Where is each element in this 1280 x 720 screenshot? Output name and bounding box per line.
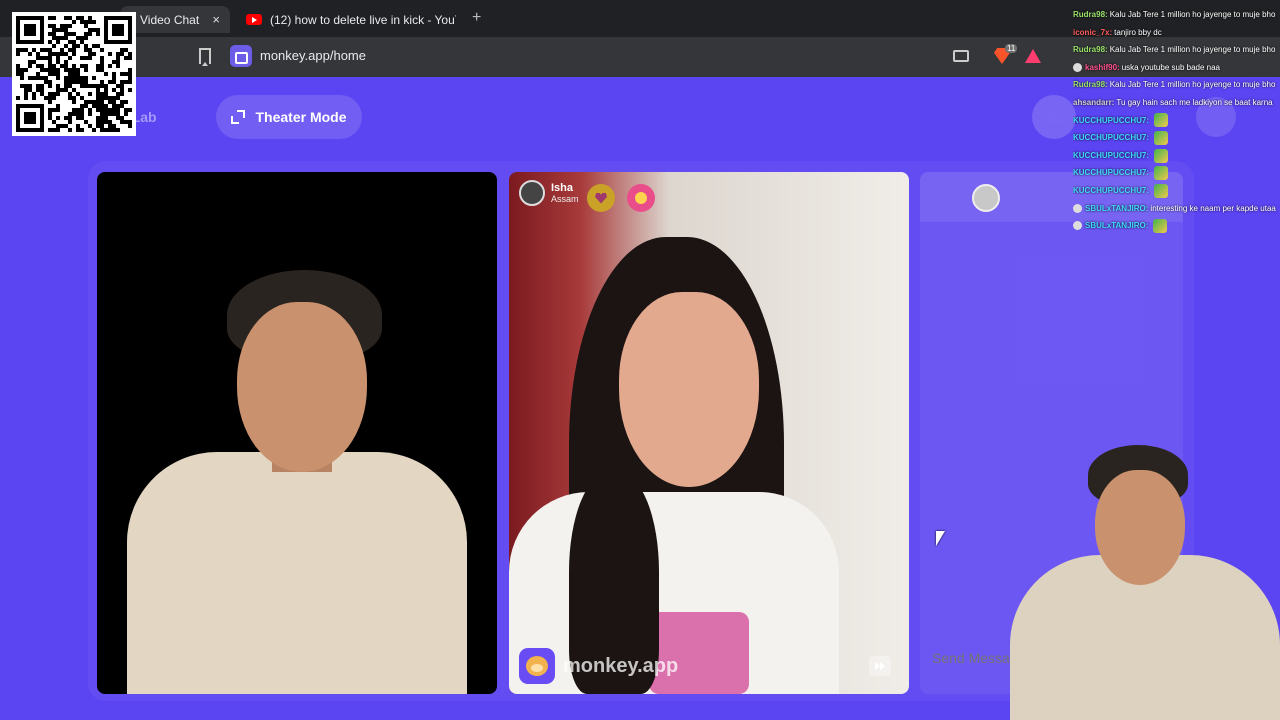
stream-chat-line: Rudra98: Kalu Jab Tere 1 million ho jayen…: [1073, 6, 1280, 24]
stream-chat-line: SBULxTANJIRO: interesting ke naam per kap…: [1073, 200, 1280, 218]
user-badge-icon: [1073, 63, 1082, 73]
stream-chat-line: KUCCHUPUCCHU7:: [1073, 182, 1280, 200]
stream-chat-line: ahsandarr: Tu gay hain sach me ladkiyon s…: [1073, 94, 1280, 112]
stream-chat-line: iconic_7x: tanjiro bby dc: [1073, 24, 1280, 42]
emote-icon: [1154, 183, 1168, 198]
local-user-figure: [97, 172, 497, 694]
bookmark-icon[interactable]: [199, 48, 211, 66]
chat-message: Kalu Jab Tere 1 million ho jayenge to mu…: [1109, 80, 1276, 90]
stream-chat-line: KUCCHUPUCCHU7:: [1073, 147, 1280, 165]
stream-chat-line: KUCCHUPUCCHU7:: [1073, 129, 1280, 147]
close-icon[interactable]: ×: [212, 12, 220, 27]
stream-chat-line: kashif90: uska youtube sub bade naa: [1073, 59, 1280, 77]
stream-chat-overlay: Rudra98: Kalu Jab Tere 1 million ho jayen…: [1073, 6, 1280, 235]
remote-user-name: Isha: [551, 181, 574, 194]
stream-chat-line: Rudra98: Kalu Jab Tere 1 million ho jayen…: [1073, 41, 1280, 59]
user-badge-icon: [1073, 221, 1082, 231]
heart-badge[interactable]: [587, 184, 615, 212]
remote-user-location: Assam: [551, 193, 579, 204]
tab-title: n Video Chat: [130, 12, 200, 27]
emote-icon: [1154, 148, 1168, 163]
chat-message: Tu gay hain sach me ladkiyon se baat kar…: [1116, 97, 1273, 107]
chat-username: SBULxTANJIRO:: [1085, 221, 1149, 231]
watermark-text: monkey.app: [563, 654, 679, 677]
chat-message: interesting ke naam per kapde utaa: [1150, 203, 1276, 213]
chat-username: KUCCHUPUCCHU7:: [1073, 168, 1149, 178]
crown-button[interactable]: [1032, 95, 1076, 139]
chat-username: ahsandarr:: [1073, 97, 1115, 107]
streamer-figure: [1010, 440, 1280, 720]
emote-icon: [1154, 166, 1168, 181]
mouse-cursor-icon: [936, 531, 945, 546]
qr-code-graphic: [16, 16, 132, 132]
remote-user-figure: [509, 172, 909, 694]
chat-message: uska youtube sub bade naa: [1121, 62, 1220, 72]
chat-username: kashif90:: [1085, 62, 1120, 72]
theater-mode-label: Theater Mode: [255, 109, 347, 125]
chat-username: SBULxTANJIRO:: [1085, 203, 1149, 213]
remote-video: Isha Assam monkey.app: [509, 172, 909, 694]
tab-youtube[interactable]: (12) how to delete live in kick - YouTu: [236, 6, 466, 33]
youtube-icon: [246, 14, 262, 25]
chat-username: Rudra98:: [1073, 45, 1108, 55]
remote-user-chip[interactable]: Isha Assam: [519, 180, 579, 206]
video-chat-icon[interactable]: [230, 45, 252, 67]
emote-icon: [1153, 218, 1168, 233]
user-badge-icon: [1073, 203, 1082, 213]
chat-username: Rudra98:: [1073, 10, 1108, 19]
triangle-icon[interactable]: [1025, 49, 1041, 63]
chat-username: KUCCHUPUCCHU7:: [1073, 185, 1149, 195]
local-video: [97, 172, 497, 694]
avatar: [519, 180, 545, 206]
heart-icon: [595, 192, 607, 204]
emote-icon: [1154, 130, 1168, 145]
qr-code: [12, 12, 136, 136]
chat-message: tanjiro bby dc: [1114, 27, 1162, 37]
theater-mode-button[interactable]: Theater Mode: [216, 95, 362, 139]
emote-icon: [1154, 113, 1168, 128]
monkey-watermark: monkey.app: [519, 648, 678, 684]
chat-username: KUCCHUPUCCHU7:: [1073, 133, 1149, 143]
tab-title: (12) how to delete live in kick - YouTu: [270, 12, 456, 27]
stream-chat-line: SBULxTANJIRO:: [1073, 217, 1280, 235]
pet-badge[interactable]: [627, 184, 655, 212]
pet-icon: [635, 192, 647, 204]
stream-chat-line: KUCCHUPUCCHU7:: [1073, 112, 1280, 130]
cast-icon[interactable]: [953, 50, 969, 62]
chat-message: Kalu Jab Tere 1 million ho jayenge to mu…: [1109, 10, 1276, 19]
tab-video-chat[interactable]: n Video Chat ×: [120, 6, 230, 33]
crown-icon: [1045, 110, 1063, 124]
new-tab-button[interactable]: +: [472, 9, 481, 27]
stream-chat-line: Rudra98: Kalu Jab Tere 1 million ho jayen…: [1073, 76, 1280, 94]
monkey-logo-icon: [519, 648, 555, 684]
chat-username: KUCCHUPUCCHU7:: [1073, 150, 1149, 160]
skip-button[interactable]: [869, 656, 891, 676]
brave-badge: 11: [1005, 44, 1018, 53]
address-bar[interactable]: monkey.app/home: [260, 48, 366, 63]
expand-icon: [231, 110, 246, 124]
chat-username: KUCCHUPUCCHU7:: [1073, 115, 1149, 125]
chat-username: Rudra98:: [1073, 80, 1108, 90]
chat-message: Kalu Jab Tere 1 million ho jayenge to mu…: [1109, 45, 1276, 55]
avatar[interactable]: [972, 184, 1000, 212]
stream-chat-line: KUCCHUPUCCHU7:: [1073, 164, 1280, 182]
chat-username: iconic_7x:: [1073, 27, 1113, 37]
streamer-webcam: [1010, 440, 1280, 720]
skip-icon: [875, 662, 885, 670]
